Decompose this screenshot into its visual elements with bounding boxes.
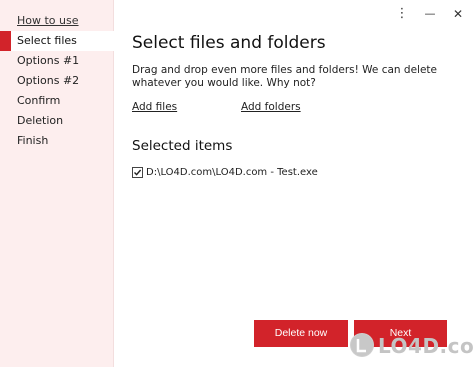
sidebar-item-how-to-use[interactable]: How to use xyxy=(0,11,114,31)
page-title: Select files and folders xyxy=(132,33,326,53)
watermark: LO4D.com xyxy=(350,333,474,359)
item-checkbox[interactable] xyxy=(132,167,143,178)
lo4d-logo-icon xyxy=(350,333,374,357)
sidebar-item-options-1[interactable]: Options #1 xyxy=(0,51,114,71)
delete-now-button[interactable]: Delete now xyxy=(254,320,348,347)
item-path: D:\LO4D.com\LO4D.com - Test.exe xyxy=(146,167,318,178)
sidebar-item-select-files[interactable]: Select files xyxy=(0,31,114,51)
page-description: Drag and drop even more files and folder… xyxy=(132,64,438,89)
sidebar-item-confirm[interactable]: Confirm xyxy=(0,91,114,111)
more-options-icon[interactable]: ⋮ xyxy=(394,5,410,23)
sidebar: How to use Select files Options #1 Optio… xyxy=(0,0,114,367)
add-files-link[interactable]: Add files xyxy=(132,101,177,113)
selected-items-heading: Selected items xyxy=(132,138,233,154)
sidebar-item-deletion[interactable]: Deletion xyxy=(0,111,114,131)
add-folders-link[interactable]: Add folders xyxy=(241,101,301,113)
sidebar-item-options-2[interactable]: Options #2 xyxy=(0,71,114,91)
sidebar-item-finish[interactable]: Finish xyxy=(0,131,114,151)
close-icon[interactable]: ✕ xyxy=(450,5,466,23)
watermark-text: LO4D.com xyxy=(378,334,474,358)
checkmark-icon xyxy=(134,169,142,176)
minimize-icon[interactable]: — xyxy=(422,5,438,23)
